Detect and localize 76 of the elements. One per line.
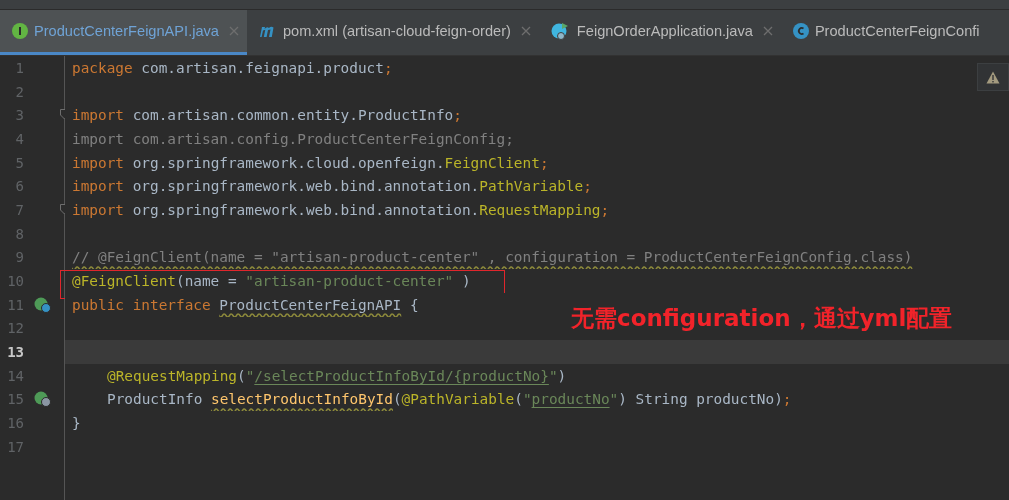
line-number: 13 [6, 344, 24, 361]
code-token: public interface [72, 296, 212, 313]
line-number: 10 [6, 273, 24, 290]
interface-icon [12, 23, 28, 39]
code-token: /selectProductInfoById/{productNo} [254, 367, 549, 384]
code-token: @PathVariable [401, 391, 515, 408]
code-token: ) String productNo) [618, 391, 783, 408]
code-token: ( [514, 391, 523, 408]
code-token: productNo [531, 391, 610, 408]
maven-icon [258, 24, 277, 38]
close-icon[interactable] [228, 26, 239, 36]
code-token: com.artisan.feignapi.product [141, 59, 384, 76]
editor-tab[interactable]: ProductCenterFeignAPI.java [0, 10, 247, 55]
code-token: package [72, 59, 134, 76]
warning-icon [986, 70, 1000, 84]
class-icon [792, 23, 809, 39]
code-token: ; [539, 154, 549, 171]
code-token: PathVariable [479, 178, 584, 195]
code-token: ; [600, 201, 610, 218]
code-token: // @FeignClient(name = "artisan-product-center" , configuration = ProductCenterFeignConfig.class) [72, 249, 913, 266]
code-token: com.artisan.common.entity.ProductInfo [132, 107, 454, 124]
code-token: ) [460, 273, 471, 290]
code-token: ; [453, 107, 462, 124]
code-token: ) [557, 367, 567, 384]
callout-text: 无需configuration，通过yml配置 [571, 304, 953, 333]
line-number: 4 [14, 130, 24, 147]
code-token: @FeignClient [72, 273, 176, 290]
line-number: 11 [6, 296, 24, 313]
code-token: import [72, 107, 125, 124]
code-token: org.springframework.cloud.openfeign. [132, 154, 445, 171]
line-number: 3 [14, 107, 24, 124]
line-number: 12 [6, 320, 24, 337]
line-number: 2 [14, 83, 24, 100]
line-number: 14 [6, 367, 24, 384]
code-token: @RequestMapping [107, 367, 237, 384]
code-token: " [609, 391, 619, 408]
code-token: org.springframework.web.bind.annotation. [132, 178, 480, 195]
close-icon[interactable] [762, 26, 773, 36]
code-token: " [245, 367, 255, 384]
code-token: } [72, 415, 81, 432]
line-number: 16 [6, 415, 24, 432]
code-token: selectProductInfoById [210, 391, 393, 408]
implemented-interface-icon[interactable] [34, 296, 52, 313]
code-token: " [548, 367, 558, 384]
code-token: "artisan-product-center" [245, 273, 454, 290]
editor-tab[interactable]: ProductCenterFeignConfi [780, 10, 988, 55]
line-number: 5 [14, 154, 24, 171]
code-token: ( [392, 391, 402, 408]
line-number: 1 [14, 59, 24, 76]
code-token: " [522, 391, 532, 408]
editor-tab[interactable]: FeignOrderApplication.java [538, 10, 781, 55]
code-token: import [72, 178, 125, 195]
code-token: org.springframework.web.bind.annotation. [132, 201, 480, 218]
line-number: 9 [14, 249, 24, 266]
code-token: ; [782, 391, 792, 408]
code-token: ProductCenterFeignAPI [219, 296, 402, 313]
close-icon[interactable] [520, 26, 531, 36]
code-token: (name = [175, 273, 238, 290]
line-number: 15 [6, 391, 24, 408]
code-token: ; [583, 178, 592, 195]
code-token: ProductInfo [107, 391, 204, 408]
code-token: import [72, 201, 125, 218]
warning-indicator[interactable] [977, 63, 1009, 91]
line-number: 6 [14, 178, 24, 195]
line-number: 7 [14, 201, 24, 218]
code-token: ( [236, 367, 246, 384]
code-token: import com.artisan.config.ProductCenterFeignConfig; [72, 130, 514, 147]
code-token: import [72, 154, 125, 171]
implemented-method-icon[interactable] [34, 391, 52, 408]
line-number: 8 [14, 225, 24, 242]
line-number: 17 [6, 438, 24, 455]
code-token: { [408, 296, 419, 313]
code-token: FeignClient [444, 154, 540, 171]
code-token: ; [383, 59, 393, 76]
editor-tab[interactable]: pom.xml (artisan-cloud-feign-order) [246, 10, 539, 55]
code-token: RequestMapping [479, 201, 601, 218]
